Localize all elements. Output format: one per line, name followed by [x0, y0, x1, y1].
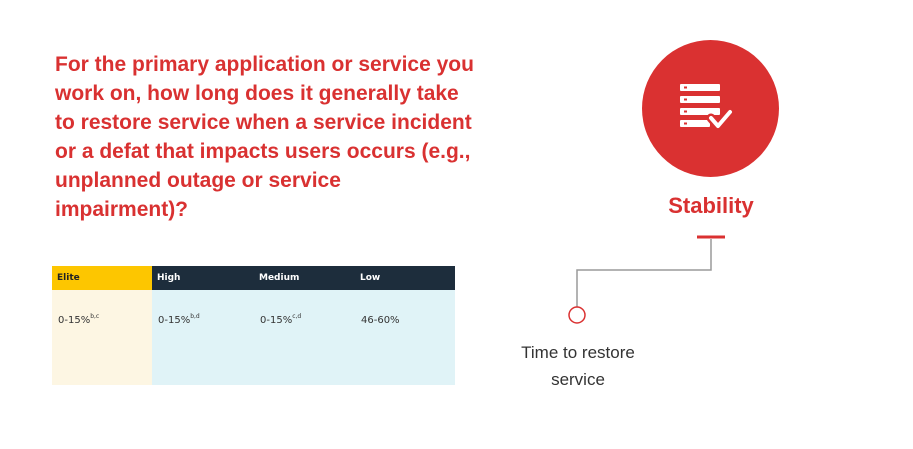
metric-node [568, 306, 586, 324]
connector-path [576, 239, 712, 307]
metric-label: Time to restore service [508, 339, 648, 393]
metric-label-line2: service [551, 370, 605, 389]
connector-line [568, 235, 725, 324]
metric-label-line1: Time to restore [521, 343, 635, 362]
